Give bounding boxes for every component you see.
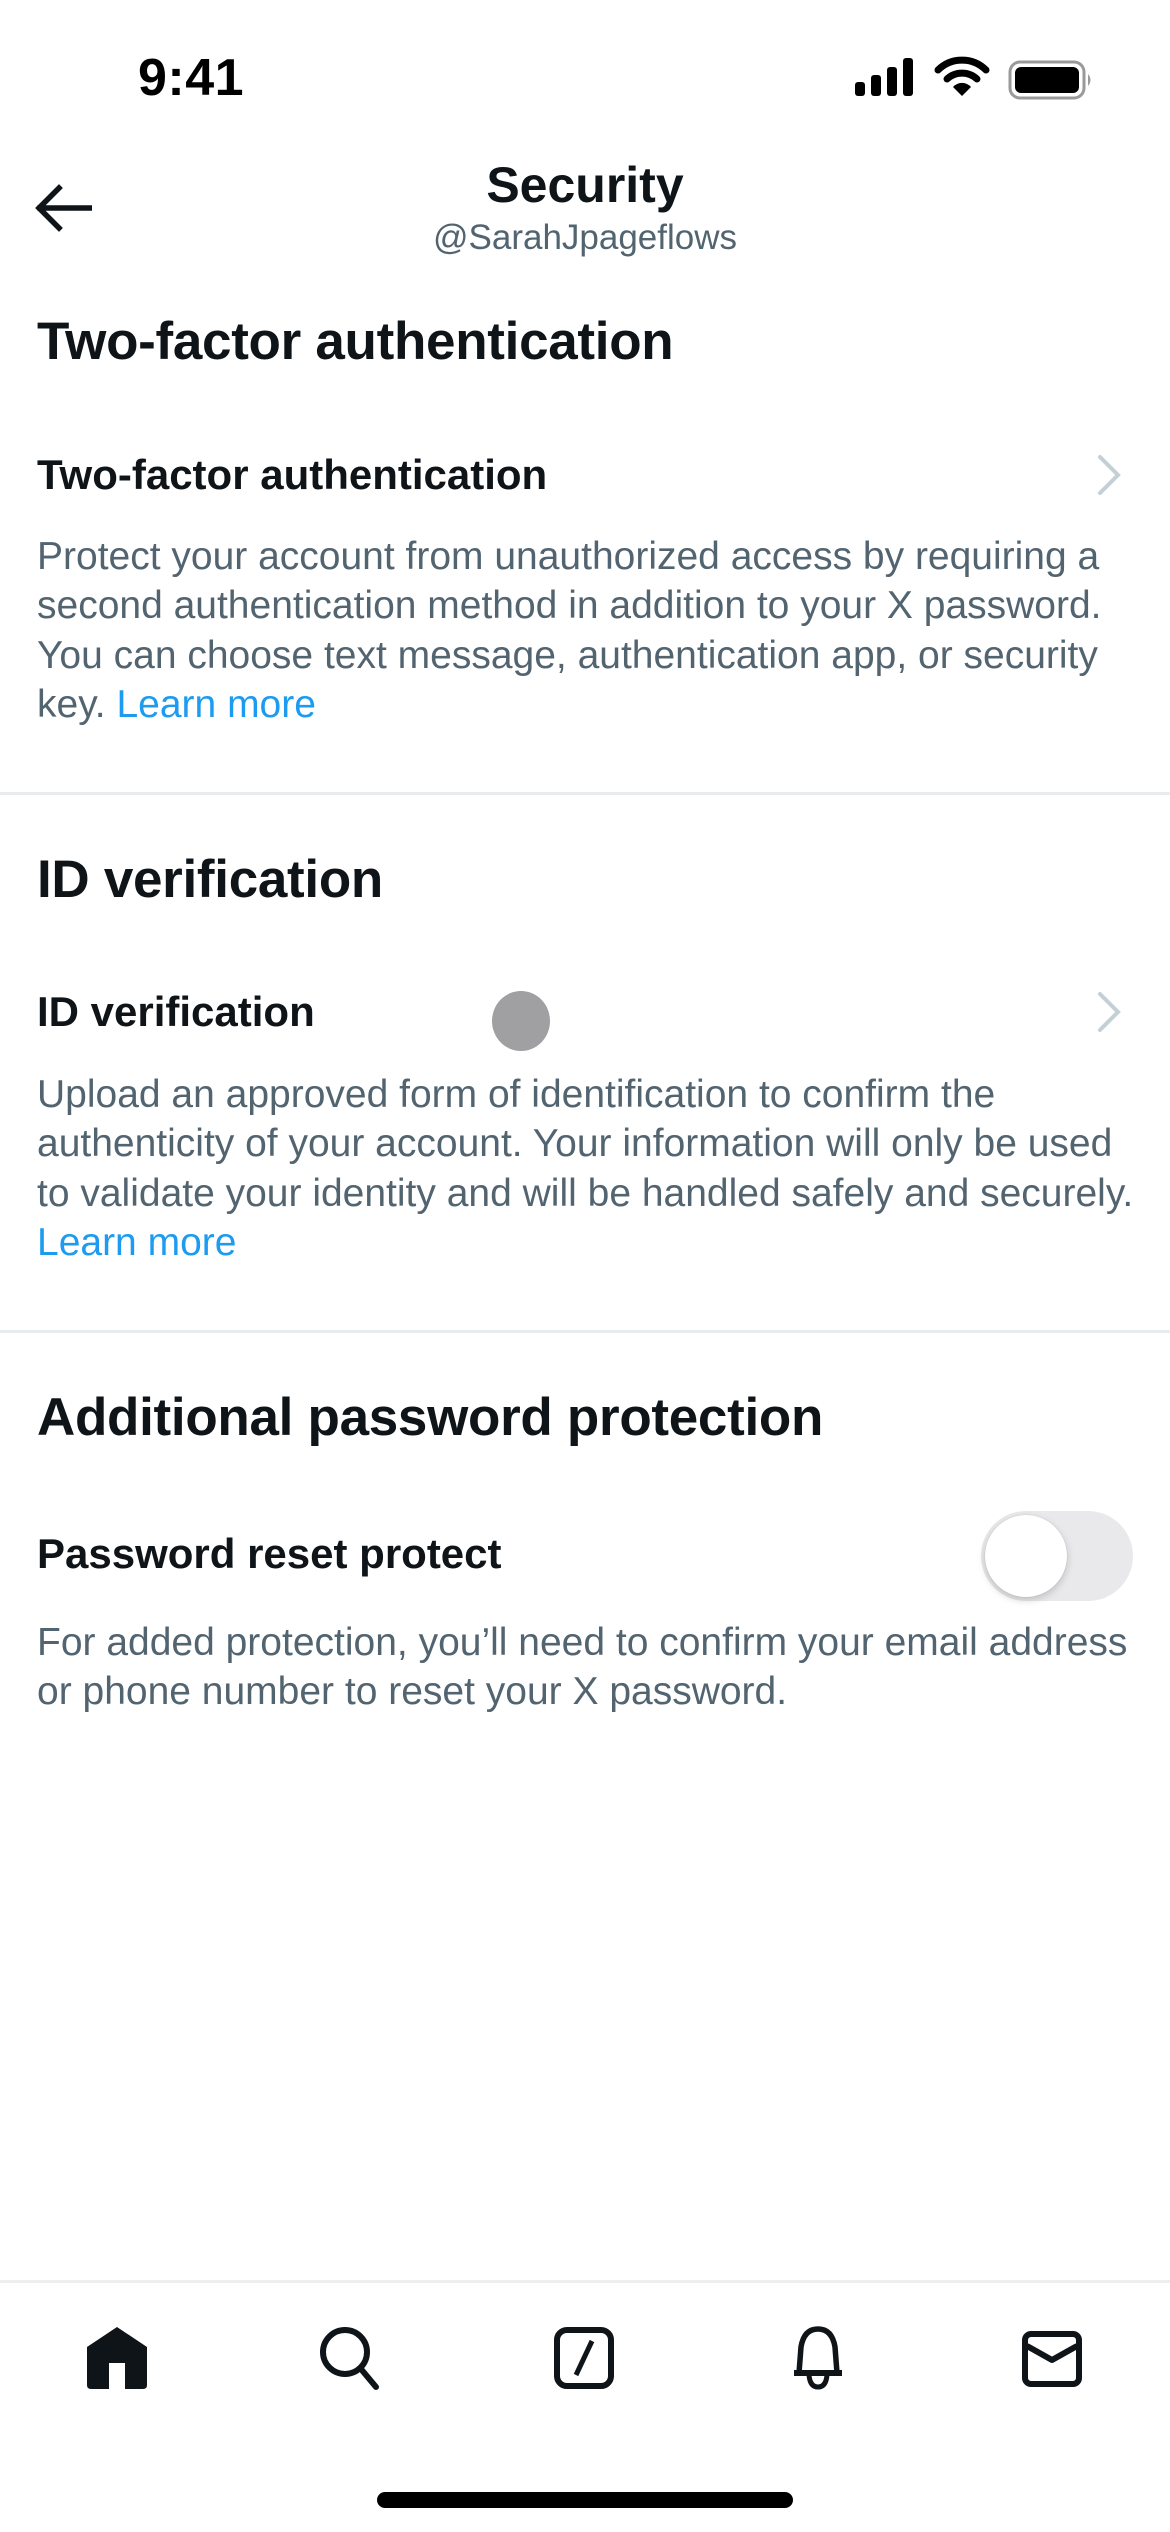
section-heading-password-protection: Additional password protection (37, 1388, 824, 1447)
wifi-icon (934, 56, 990, 96)
password-reset-protect-label: Password reset protect (37, 1530, 502, 1577)
section-heading-id-verification: ID verification (37, 850, 383, 909)
section-divider (0, 1330, 1170, 1333)
tab-search[interactable] (302, 2310, 398, 2406)
tab-grok[interactable] (536, 2310, 632, 2406)
status-time: 9:41 (138, 49, 245, 107)
section-divider (0, 792, 1170, 795)
battery-icon (1008, 60, 1091, 100)
learn-more-link[interactable]: Learn more (116, 683, 315, 726)
mail-icon (1022, 2331, 1082, 2387)
description-text: Upload an approved form of identificatio… (37, 1073, 1134, 1215)
tab-messages[interactable] (1004, 2310, 1100, 2406)
two-factor-description: Protect your account from unauthorized a… (37, 532, 1137, 729)
tab-home[interactable] (69, 2310, 165, 2406)
account-handle: @SarahJpageflows (432, 218, 738, 257)
id-verification-row[interactable]: ID verification (0, 967, 1170, 1057)
tab-notifications[interactable] (770, 2310, 866, 2406)
home-indicator (377, 2492, 793, 2508)
row-title: ID verification (37, 988, 315, 1035)
bell-icon (794, 2326, 842, 2390)
password-reset-description: For added protection, you’ll need to con… (37, 1621, 1128, 1714)
section-heading-two-factor: Two-factor authentication (37, 312, 674, 371)
page-title: Security (486, 157, 684, 213)
password-reset-protect-toggle[interactable] (981, 1511, 1133, 1601)
grok-icon (554, 2327, 614, 2389)
home-icon (87, 2327, 147, 2389)
search-icon (320, 2327, 379, 2390)
toggle-knob (985, 1515, 1067, 1597)
tab-bar-divider (0, 2280, 1170, 2283)
chevron-right-icon (1098, 992, 1121, 1032)
chevron-right-icon (1098, 455, 1121, 495)
two-factor-authentication-row[interactable]: Two-factor authentication (0, 430, 1170, 520)
cellular-signal-icon (855, 58, 913, 96)
learn-more-link[interactable]: Learn more (37, 1221, 236, 1264)
id-verification-description: Upload an approved form of identificatio… (37, 1070, 1137, 1267)
row-title: Two-factor authentication (37, 451, 548, 498)
touch-indicator (492, 991, 550, 1051)
